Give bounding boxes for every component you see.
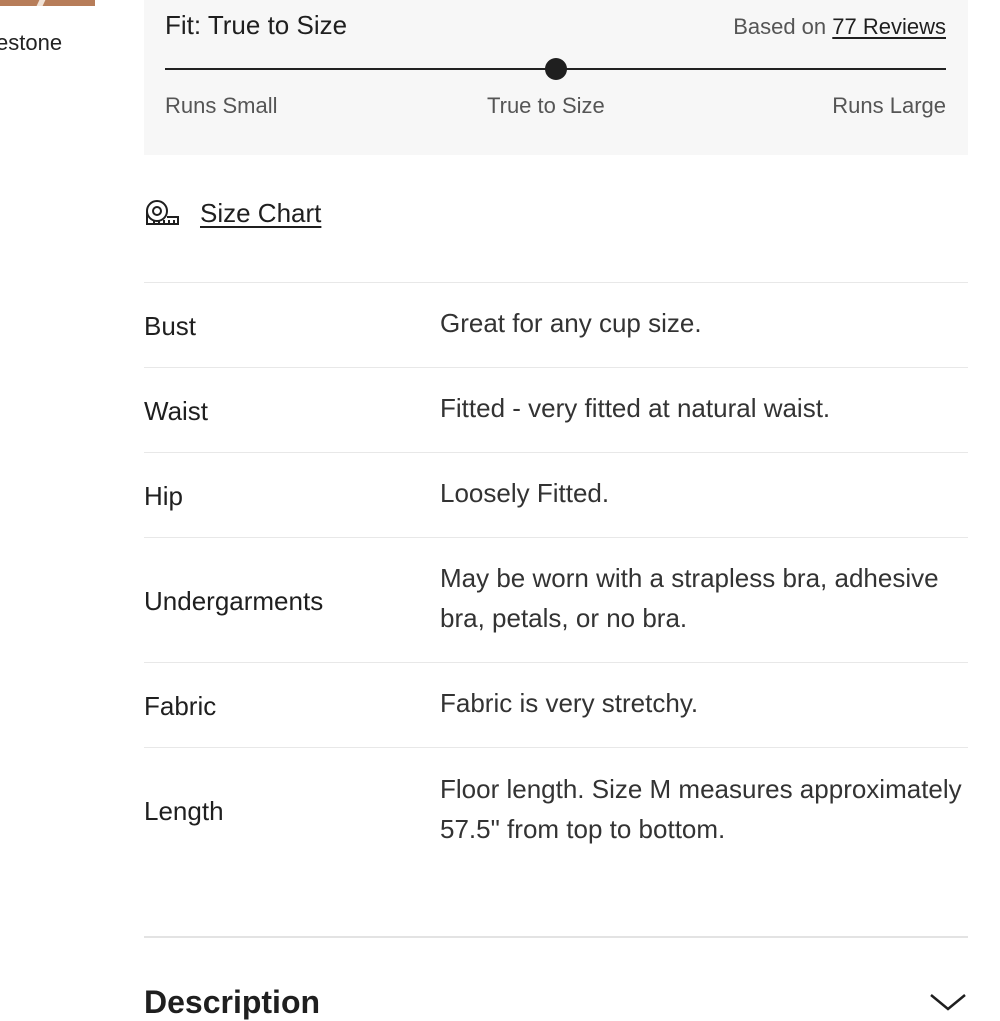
- size-chart-link[interactable]: Size Chart: [144, 198, 321, 229]
- fit-scale-track: [165, 58, 946, 80]
- reviews-link[interactable]: 77 Reviews: [832, 14, 946, 39]
- detail-row-undergarments: Undergarments May be worn with a straple…: [144, 537, 968, 662]
- detail-row-fabric: Fabric Fabric is very stretchy.: [144, 662, 968, 747]
- based-on-text: Based on: [733, 14, 827, 39]
- detail-label: Fabric: [144, 690, 217, 721]
- detail-row-length: Length Floor length. Size M measures app…: [144, 747, 968, 873]
- detail-label: Bust: [144, 310, 197, 341]
- section-divider: [144, 936, 968, 938]
- detail-row-bust: Bust Great for any cup size.: [144, 282, 968, 367]
- description-heading[interactable]: Description: [144, 984, 320, 1021]
- fit-rating-panel: Fit: True to Size Based on 77 Reviews Ru…: [144, 0, 968, 155]
- detail-value: Floor length. Size M measures approximat…: [440, 773, 962, 844]
- detail-value: Fabric is very stretchy.: [440, 688, 699, 718]
- detail-value: Loosely Fitted.: [440, 478, 610, 508]
- detail-row-hip: Hip Loosely Fitted.: [144, 452, 968, 537]
- size-chart-label: Size Chart: [200, 198, 322, 228]
- product-swatch-label: estone: [0, 30, 63, 55]
- fit-scale-runs-large: Runs Large: [832, 93, 946, 118]
- detail-label: Length: [144, 796, 224, 826]
- detail-value: May be worn with a strapless bra, adhesi…: [440, 563, 939, 633]
- detail-value: Great for any cup size.: [440, 308, 702, 338]
- fit-scale-true-to-size: True to Size: [487, 93, 605, 118]
- fit-scale-marker: [544, 58, 567, 80]
- detail-label: Hip: [144, 480, 184, 511]
- fit-reviews-summary: Based on 77 Reviews: [733, 14, 946, 40]
- detail-label: Waist: [144, 395, 209, 426]
- fit-title: Fit: True to Size: [165, 10, 348, 40]
- fit-scale-runs-small: Runs Small: [165, 93, 278, 118]
- fit-details-table: Bust Great for any cup size. Waist Fitte…: [144, 282, 968, 873]
- detail-label: Undergarments: [144, 585, 324, 616]
- product-swatch-image[interactable]: [0, 0, 95, 6]
- detail-row-waist: Waist Fitted - very fitted at natural wa…: [144, 367, 968, 452]
- measuring-tape-icon: [144, 199, 180, 229]
- chevron-down-icon[interactable]: [928, 992, 968, 1012]
- detail-value: Fitted - very fitted at natural waist.: [440, 393, 831, 423]
